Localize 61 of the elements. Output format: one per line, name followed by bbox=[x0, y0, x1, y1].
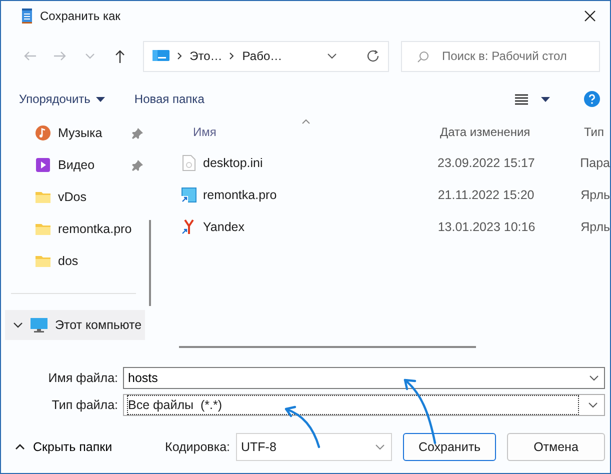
field-label: Тип файла: bbox=[50, 396, 119, 414]
music-icon bbox=[35, 125, 51, 141]
sidebar-item[interactable]: vDos bbox=[1, 181, 151, 213]
folder-icon bbox=[35, 253, 51, 269]
date-cell-text: 21.11.2022 15:20 bbox=[438, 186, 536, 204]
help-icon[interactable] bbox=[584, 91, 600, 107]
refresh-icon[interactable] bbox=[366, 49, 380, 63]
field-label: Имя файла: bbox=[47, 370, 119, 387]
sidebar-item[interactable]: dos bbox=[1, 245, 151, 277]
sidebar-item[interactable]: Видео bbox=[1, 149, 151, 181]
chevron-right-icon bbox=[229, 52, 236, 60]
folder-icon bbox=[35, 221, 51, 237]
view-list-icon[interactable] bbox=[515, 94, 528, 104]
filetype-dropdown[interactable]: Все файлы (*.*) bbox=[123, 394, 605, 416]
caret-icon[interactable] bbox=[541, 96, 550, 102]
chevron-down-icon[interactable] bbox=[589, 375, 599, 381]
monitor-icon bbox=[30, 317, 48, 333]
sidebar-item[interactable]: remontka.pro bbox=[1, 213, 151, 245]
file-name[interactable]: remontka.pro bbox=[203, 186, 277, 204]
new-folder-button[interactable]: Новая папка bbox=[134, 90, 204, 108]
chevron-down-icon bbox=[375, 444, 385, 450]
breadcrumb[interactable]: Это… bbox=[190, 47, 222, 65]
chevron-down-icon[interactable] bbox=[13, 320, 23, 330]
sidebar-item[interactable]: Этот компьюте bbox=[5, 310, 145, 340]
chevron-down-icon[interactable] bbox=[326, 53, 337, 59]
column-header[interactable]: Дата изменения bbox=[440, 123, 584, 141]
notepad-icon bbox=[21, 8, 33, 24]
chevron-up-icon bbox=[15, 444, 25, 450]
organize-button[interactable]: Упорядочить bbox=[19, 90, 106, 108]
folder-icon bbox=[35, 189, 51, 205]
scrollbar-thumb[interactable] bbox=[149, 220, 151, 306]
sidebar-item[interactable]: Музыка bbox=[1, 117, 151, 149]
shortcut-icon bbox=[181, 187, 197, 203]
chevron-right-icon bbox=[176, 52, 183, 60]
type-cell-text: Пара bbox=[580, 154, 610, 172]
type-cell-text: Ярль bbox=[580, 218, 610, 236]
file-name[interactable]: desktop.ini bbox=[203, 154, 263, 172]
caret-icon bbox=[96, 96, 106, 102]
column-header[interactable]: Тип bbox=[584, 123, 604, 141]
computer-icon bbox=[152, 49, 170, 63]
file-name[interactable]: Yandex bbox=[203, 218, 244, 236]
window-title: Сохранить как bbox=[40, 8, 120, 25]
encoding-dropdown[interactable]: UTF-8 bbox=[236, 433, 392, 461]
breadcrumb[interactable]: Рабо… bbox=[242, 47, 282, 65]
address-bar[interactable]: Это… Рабо… bbox=[142, 40, 389, 72]
chevron-down-icon[interactable] bbox=[588, 402, 598, 408]
search-field[interactable]: Поиск в: Рабочий стол bbox=[400, 40, 600, 72]
cancel-button[interactable]: Отмена bbox=[507, 433, 605, 461]
date-cell-text: 23.09.2022 15:17 bbox=[438, 154, 536, 172]
filename-field[interactable]: hosts bbox=[123, 367, 605, 389]
save-button[interactable]: Сохранить bbox=[403, 433, 496, 461]
video-icon bbox=[35, 157, 51, 173]
annotation-arrow bbox=[284, 406, 320, 448]
close-icon[interactable] bbox=[584, 10, 596, 22]
scrollbar-thumb[interactable] bbox=[179, 346, 476, 348]
type-cell-text: Ярль bbox=[580, 186, 610, 204]
date-cell-text: 13.01.2023 10:16 bbox=[438, 218, 536, 236]
settings-file-icon bbox=[181, 155, 197, 171]
hide-folders-button[interactable]: Скрыть папки bbox=[15, 438, 112, 456]
column-header[interactable]: Имя bbox=[179, 123, 440, 141]
field-label: Кодировка: bbox=[165, 438, 230, 456]
